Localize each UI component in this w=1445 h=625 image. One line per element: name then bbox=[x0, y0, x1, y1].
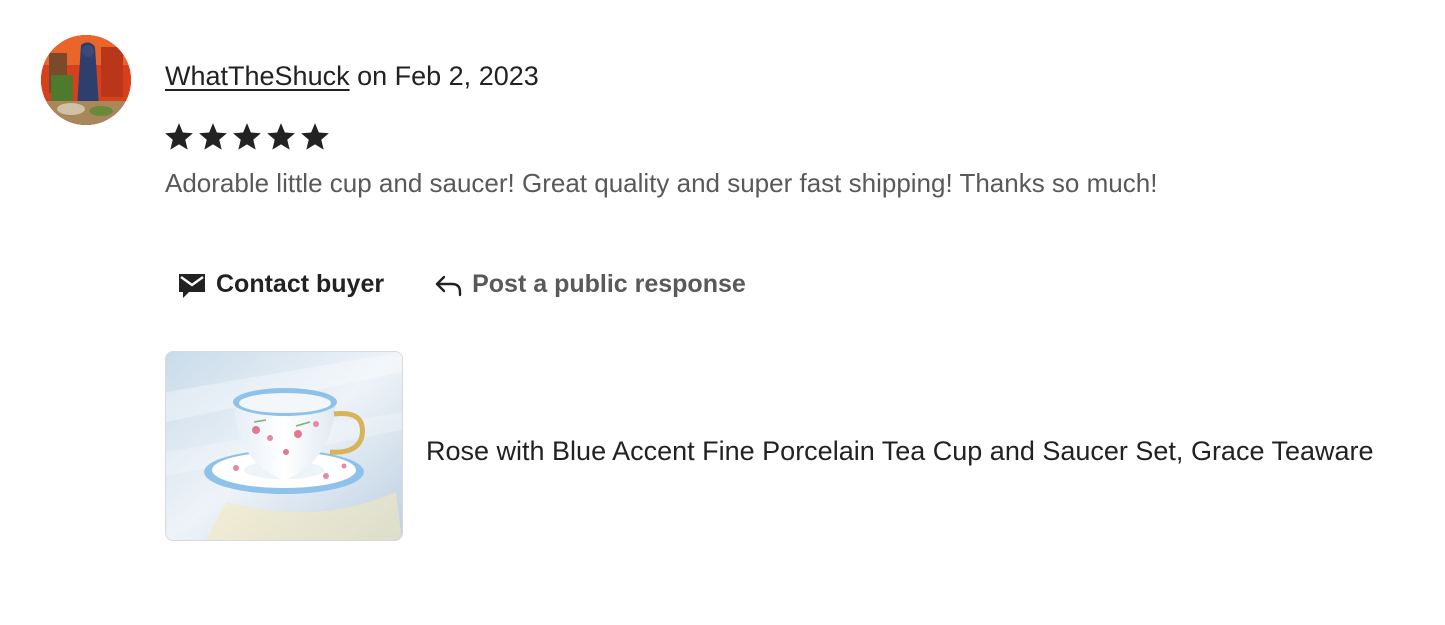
avatar-image bbox=[41, 35, 131, 125]
star-icon bbox=[197, 120, 229, 154]
star-icon bbox=[231, 120, 263, 154]
star-icon bbox=[265, 120, 297, 154]
reviewer-name-link[interactable]: WhatTheShuck bbox=[165, 61, 350, 91]
star-icon bbox=[299, 120, 331, 154]
post-public-response-button[interactable]: Post a public response bbox=[432, 268, 746, 300]
review-actions: Contact buyer Post a public response bbox=[176, 262, 746, 306]
review-text: Adorable little cup and saucer! Great qu… bbox=[165, 168, 1158, 198]
star-icon bbox=[163, 120, 195, 154]
review-header: WhatTheShuck on Feb 2, 2023 bbox=[165, 58, 539, 94]
reviewer-avatar[interactable] bbox=[41, 35, 131, 125]
reply-arrow-icon bbox=[432, 268, 464, 300]
envelope-icon bbox=[176, 268, 208, 300]
post-public-response-label: Post a public response bbox=[472, 269, 746, 298]
contact-buyer-button[interactable]: Contact buyer bbox=[176, 268, 384, 300]
teacup-image bbox=[166, 352, 402, 540]
review-date: on Feb 2, 2023 bbox=[357, 61, 539, 91]
star-rating bbox=[163, 120, 331, 154]
product-thumbnail[interactable] bbox=[165, 351, 403, 541]
product-title-link[interactable]: Rose with Blue Accent Fine Porcelain Tea… bbox=[426, 433, 1374, 469]
contact-buyer-label: Contact buyer bbox=[216, 269, 385, 298]
